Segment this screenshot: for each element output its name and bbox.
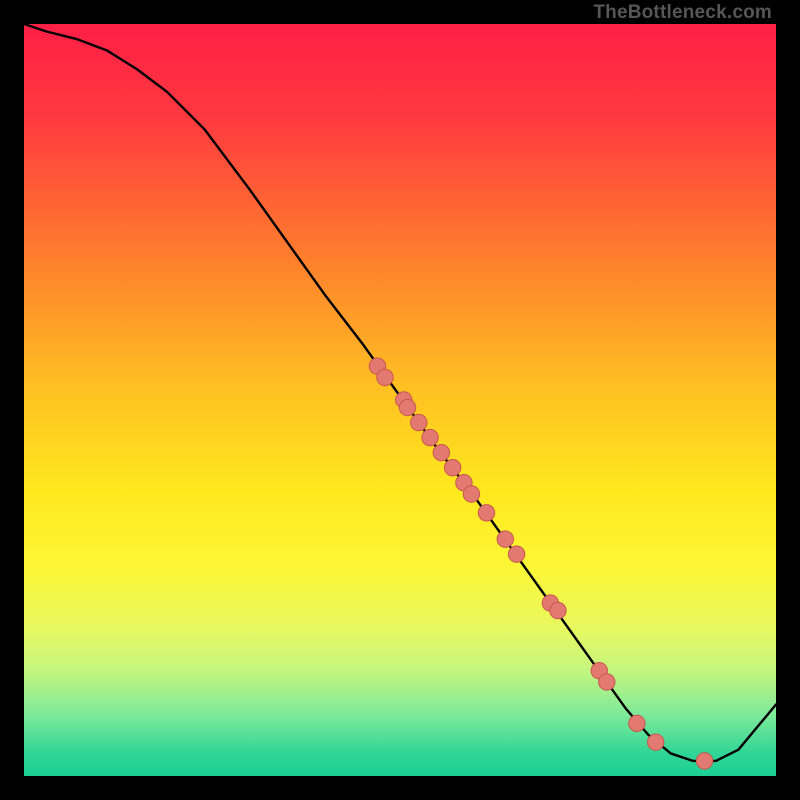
chart-frame: TheBottleneck.com xyxy=(0,0,800,800)
data-marker xyxy=(444,459,460,475)
data-marker xyxy=(377,369,393,385)
data-marker xyxy=(433,444,449,460)
data-marker xyxy=(422,429,438,445)
data-marker xyxy=(696,753,712,769)
plot-area xyxy=(24,24,776,776)
data-marker xyxy=(629,715,645,731)
data-marker xyxy=(508,546,524,562)
data-marker xyxy=(478,505,494,521)
data-marker xyxy=(550,602,566,618)
data-marker xyxy=(599,674,615,690)
watermark-text: TheBottleneck.com xyxy=(593,2,772,24)
data-marker xyxy=(647,734,663,750)
data-marker xyxy=(497,531,513,547)
data-marker xyxy=(463,486,479,502)
data-marker xyxy=(399,399,415,415)
data-marker xyxy=(411,414,427,430)
chart-svg xyxy=(24,24,776,776)
